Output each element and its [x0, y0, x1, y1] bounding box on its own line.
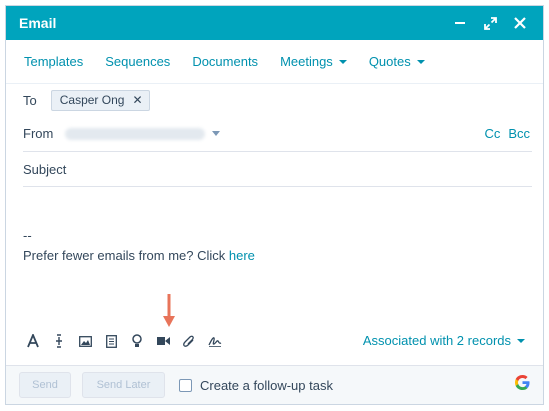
expand-icon[interactable]: [477, 10, 503, 36]
knowledge-icon[interactable]: [124, 331, 150, 351]
tab-label: Meetings: [280, 54, 333, 69]
tab-label: Sequences: [105, 54, 171, 69]
chevron-down-icon: [338, 59, 347, 64]
tab-label: Documents: [192, 54, 259, 69]
email-footer: Send Send Later Create a follow-up task: [6, 365, 543, 404]
close-icon[interactable]: [507, 10, 533, 36]
subject-placeholder: Subject: [23, 161, 67, 177]
remove-recipient-icon[interactable]: ✕: [132, 93, 142, 107]
send-later-button[interactable]: Send Later: [82, 372, 165, 398]
annotation-arrow: [163, 294, 175, 327]
snippets-icon[interactable]: [98, 331, 124, 351]
cc-link[interactable]: Cc: [484, 126, 500, 141]
from-address-select[interactable]: [65, 127, 221, 140]
signature-separator: --: [23, 228, 32, 243]
minimize-icon[interactable]: [447, 10, 473, 36]
unsubscribe-link[interactable]: here: [229, 248, 255, 263]
attachment-icon[interactable]: [176, 331, 202, 351]
tab-templates[interactable]: Templates: [24, 54, 83, 69]
associated-records-label: Associated with 2 records: [362, 333, 511, 348]
follow-up-checkbox[interactable]: [179, 378, 192, 392]
google-icon: [515, 375, 530, 395]
tab-label: Templates: [24, 54, 84, 69]
email-tools-bar: Templates Sequences Documents Meetings Q…: [6, 40, 543, 84]
unsubscribe-text: Prefer fewer emails from me? Click: [23, 248, 229, 263]
from-address-redacted: [65, 127, 206, 140]
chevron-down-icon: [517, 338, 525, 343]
personalize-icon[interactable]: [46, 331, 72, 351]
subject-field[interactable]: Subject: [23, 152, 532, 187]
to-label: To: [23, 92, 37, 108]
text-format-icon[interactable]: [20, 331, 46, 351]
from-label: From: [23, 126, 54, 141]
tab-sequences[interactable]: Sequences: [105, 54, 170, 69]
bcc-link[interactable]: Bcc: [508, 126, 530, 141]
window-controls: [447, 10, 533, 36]
send-button[interactable]: Send: [19, 372, 71, 398]
chevron-down-icon: [212, 131, 221, 136]
cc-bcc-links: Cc Bcc: [484, 126, 530, 141]
associated-records-dropdown[interactable]: Associated with 2 records: [363, 333, 525, 348]
tab-documents[interactable]: Documents: [192, 54, 258, 69]
chevron-down-icon: [416, 59, 425, 64]
email-body[interactable]: -- Prefer fewer emails from me? Click he…: [23, 226, 255, 266]
to-field: To Casper Ong ✕: [23, 86, 532, 114]
email-header: Email: [6, 6, 543, 40]
follow-up-task-option: Create a follow-up task: [179, 378, 333, 393]
recipient-name: Casper Ong: [59, 93, 125, 107]
window-title: Email: [19, 15, 57, 31]
video-icon[interactable]: [150, 331, 176, 351]
tab-meetings[interactable]: Meetings: [280, 54, 347, 69]
image-icon[interactable]: [72, 331, 98, 351]
unsubscribe-line: Prefer fewer emails from me? Click here: [23, 246, 255, 266]
recipient-chip[interactable]: Casper Ong ✕: [50, 89, 150, 111]
tab-quotes[interactable]: Quotes: [369, 54, 425, 69]
signature-icon[interactable]: [202, 331, 228, 351]
email-compose-window: Email Templates Sequences Documents Meet…: [5, 5, 544, 405]
follow-up-label: Create a follow-up task: [200, 377, 333, 393]
from-field: From Cc Bcc: [23, 116, 532, 152]
tab-label: Quotes: [368, 54, 411, 69]
formatting-toolbar: [20, 331, 228, 351]
